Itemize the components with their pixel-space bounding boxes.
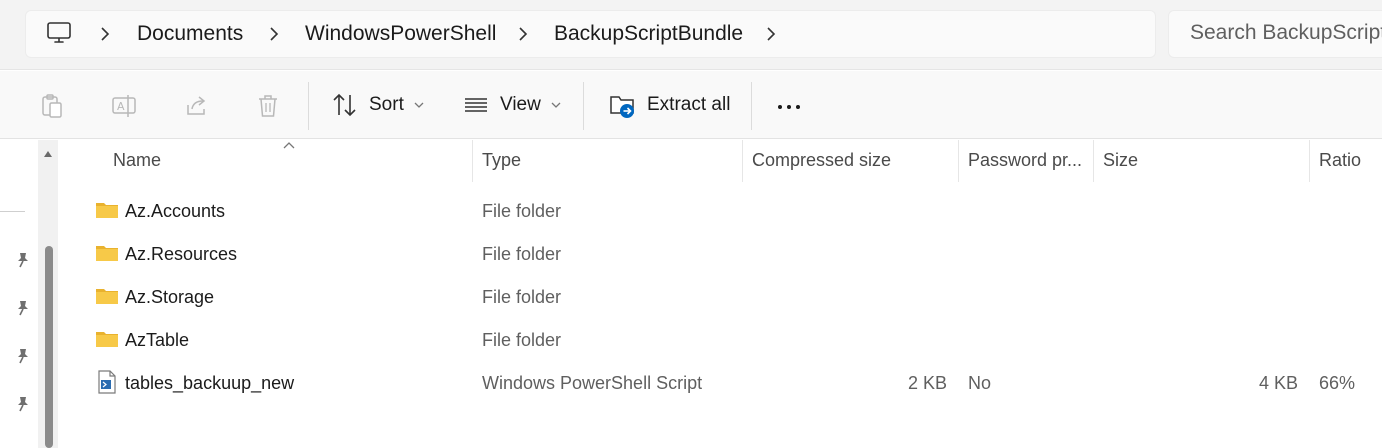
- search-placeholder: Search BackupScriptBundle: [1190, 21, 1382, 44]
- file-row[interactable]: Az.Storage File folder: [62, 275, 1382, 318]
- extract-all-icon: [610, 96, 634, 118]
- sort-button[interactable]: Sort: [331, 85, 424, 125]
- command-bar: A Sort View Extract all: [0, 71, 1382, 139]
- breadcrumb-windowspowershell[interactable]: WindowsPowerShell: [305, 20, 496, 48]
- file-row[interactable]: tables_backuup_new Windows PowerShell Sc…: [62, 361, 1382, 404]
- rename-icon[interactable]: A: [111, 93, 137, 119]
- pin-icon[interactable]: [14, 395, 32, 413]
- column-divider[interactable]: [472, 140, 473, 182]
- column-header-size[interactable]: Size: [1103, 150, 1138, 171]
- file-name: Az.Storage: [125, 287, 215, 307]
- sort-icon: [333, 93, 356, 117]
- file-name: Az.Accounts: [125, 201, 226, 221]
- folder-icon: [96, 332, 118, 347]
- view-label: View: [500, 94, 541, 115]
- paste-icon[interactable]: [39, 93, 65, 119]
- toolbar-divider: [751, 82, 752, 130]
- column-divider[interactable]: [1093, 140, 1094, 182]
- folder-icon: [96, 289, 118, 304]
- column-header-type[interactable]: Type: [482, 150, 521, 171]
- column-header-compressed-size[interactable]: Compressed size: [752, 150, 891, 171]
- file-type: File folder: [482, 330, 562, 350]
- view-icon: [465, 98, 487, 112]
- svg-text:A: A: [117, 100, 125, 113]
- column-divider[interactable]: [742, 140, 743, 182]
- file-type: File folder: [482, 244, 562, 264]
- chevron-right-icon[interactable]: [98, 24, 112, 44]
- folder-icon: [96, 203, 118, 218]
- file-type: Windows PowerShell Script: [482, 373, 703, 393]
- column-divider[interactable]: [1309, 140, 1310, 182]
- column-header-name[interactable]: Name: [113, 150, 161, 171]
- breadcrumb-backupscriptbundle[interactable]: BackupScriptBundle: [554, 20, 743, 48]
- pin-icon[interactable]: [14, 299, 32, 317]
- sort-ascending-indicator-icon: [283, 142, 295, 149]
- toolbar-divider: [308, 82, 309, 130]
- powershell-script-icon: [98, 370, 116, 394]
- file-name: Az.Resources: [125, 244, 238, 264]
- chevron-right-icon[interactable]: [764, 24, 778, 44]
- file-size: 4 KB: [1258, 373, 1298, 393]
- file-row[interactable]: Az.Accounts File folder: [62, 189, 1382, 232]
- column-divider[interactable]: [958, 140, 959, 182]
- nav-divider: [0, 211, 25, 212]
- more-options-icon[interactable]: [776, 93, 802, 119]
- breadcrumb-documents[interactable]: Documents: [137, 20, 243, 48]
- file-name: AzTable: [125, 330, 190, 350]
- sort-label: Sort: [369, 94, 404, 115]
- scroll-up-arrow-icon[interactable]: [43, 150, 53, 158]
- folder-icon: [96, 246, 118, 261]
- pin-icon[interactable]: [14, 251, 32, 269]
- chevron-down-icon: [414, 102, 424, 108]
- chevron-down-icon: [551, 102, 561, 108]
- this-pc-icon[interactable]: [46, 20, 72, 46]
- toolbar-divider: [583, 82, 584, 130]
- file-ratio: 66%: [1319, 373, 1356, 393]
- scrollbar-thumb[interactable]: [45, 246, 53, 448]
- delete-icon[interactable]: [255, 93, 281, 119]
- file-compressed-size: 2 KB: [907, 373, 947, 393]
- file-password-protected: No: [968, 373, 992, 393]
- file-type: File folder: [482, 287, 562, 307]
- file-row[interactable]: Az.Resources File folder: [62, 232, 1382, 275]
- extract-all-label: Extract all: [647, 94, 731, 115]
- extract-all-button[interactable]: Extract all: [609, 85, 730, 125]
- share-icon[interactable]: [184, 93, 210, 119]
- chevron-right-icon[interactable]: [516, 24, 530, 44]
- file-name: tables_backuup_new: [125, 373, 295, 393]
- view-button[interactable]: View: [463, 85, 561, 125]
- chevron-right-icon[interactable]: [267, 24, 281, 44]
- column-header-ratio[interactable]: Ratio: [1319, 150, 1361, 171]
- pin-icon[interactable]: [14, 347, 32, 365]
- address-bar-row: Documents WindowsPowerShell BackupScript…: [0, 0, 1382, 70]
- file-type: File folder: [482, 201, 562, 221]
- file-row[interactable]: AzTable File folder: [62, 318, 1382, 361]
- column-header-password-protected[interactable]: Password pr...: [968, 150, 1082, 171]
- search-input[interactable]: Search BackupScriptBundle: [1168, 10, 1382, 58]
